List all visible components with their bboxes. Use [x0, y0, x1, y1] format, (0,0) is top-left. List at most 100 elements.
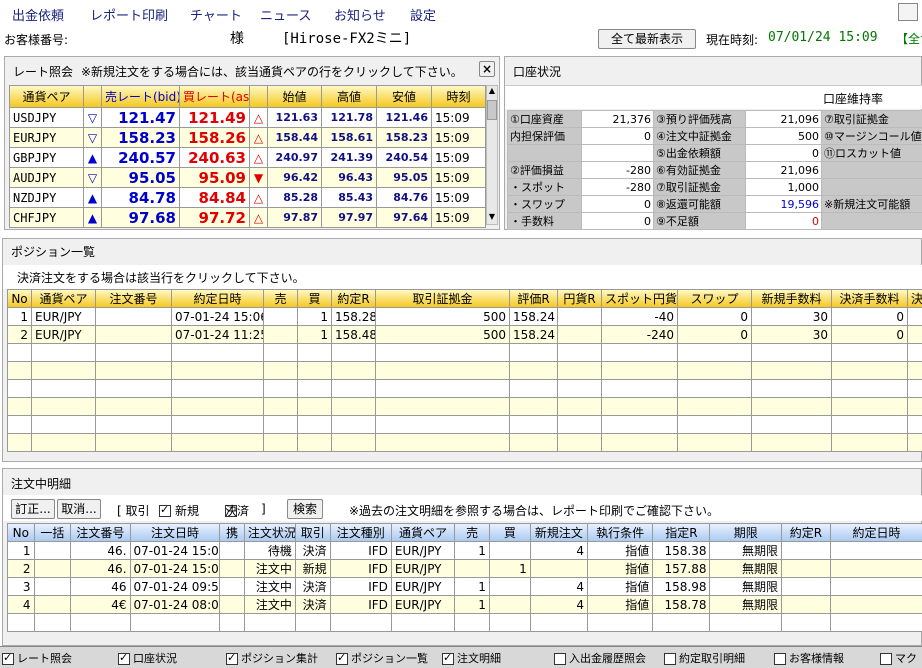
scroll-down-icon[interactable]: ▼	[487, 212, 497, 224]
order-row[interactable]: 4 4€ 07-01-24 08:00 注文中 決済 IFD EUR/JPY 1 4 指値 158.…	[7, 595, 922, 614]
bottom-toggle-checkbox[interactable]	[664, 653, 676, 665]
bottom-toggle-checkbox[interactable]	[226, 651, 238, 665]
rate-row[interactable]: AUDJPY ▽ 95.05 95.09 ▼ 96.42 96.43 95.05 15:09	[9, 167, 486, 188]
orders-header: 約定日時	[829, 523, 922, 542]
orders-header: 注文日時	[129, 523, 221, 542]
quote-time: 15:09	[431, 147, 486, 168]
position-cell	[677, 397, 752, 416]
quote-time: 15:09	[431, 207, 486, 228]
positions-header: No	[7, 289, 32, 308]
bottom-toggle[interactable]: レート照会	[2, 650, 72, 666]
order-empty-row	[7, 613, 922, 632]
position-cell: 2	[7, 325, 32, 344]
account-label	[821, 161, 922, 179]
currency-pair: USDJPY	[9, 107, 84, 128]
position-cell	[297, 397, 332, 416]
order-row[interactable]: 2 46. 07-01-24 15:09 注文中 新規 IFD EUR/JPY 1 指値 157.…	[7, 559, 922, 578]
menu-notice[interactable]: お知らせ	[334, 5, 386, 24]
account-label: ※新規注文可能額	[821, 195, 922, 213]
bottom-toggle-checkbox[interactable]	[336, 651, 348, 665]
low-price: 84.76	[376, 187, 432, 208]
menu-chart[interactable]: チャート	[190, 5, 242, 24]
menu-report-print[interactable]: レポート印刷	[90, 5, 168, 24]
positions-title: ポジション一覧	[11, 245, 96, 259]
order-cell: IFD	[329, 541, 392, 560]
order-cell: 4	[7, 595, 35, 614]
cancel-order-button[interactable]: 取消...	[57, 499, 101, 519]
account-label	[507, 144, 582, 162]
order-cell	[488, 577, 531, 596]
bid-rate: 84.78	[101, 187, 180, 208]
high-price: 158.61	[321, 127, 377, 148]
position-cell: EUR/JPY	[31, 325, 96, 344]
currency-pair: AUDJPY	[9, 167, 84, 188]
order-row[interactable]: 3 46 07-01-24 09:55 注文中 決済 IFD EUR/JPY 1 4 指値 158.…	[7, 577, 922, 596]
bid-rate: 240.57	[101, 147, 180, 168]
bid-rate: 121.47	[101, 107, 180, 128]
position-cell	[331, 397, 376, 416]
info-bar: お客様番号: 様 [Hirose-FX2ミニ] 全て最新表示 現在時刻: 07/…	[0, 26, 922, 52]
rate-row[interactable]: CHFJPY ▲ 97.68 97.72 △ 97.87 97.97 97.64 15:09	[9, 207, 486, 228]
rate-row[interactable]: USDJPY ▽ 121.47 121.49 △ 121.63 121.78 121.46 15…	[9, 107, 486, 128]
bottom-toggle-label: 注文明細	[457, 652, 501, 665]
high-price: 241.39	[321, 147, 377, 168]
position-cell: 500	[375, 325, 510, 344]
menu-news[interactable]: ニュース	[260, 5, 311, 24]
refresh-all-button[interactable]: 全て最新表示	[598, 29, 696, 49]
low-price: 97.64	[376, 207, 432, 228]
account-label: ⑤出金依頼額	[653, 144, 746, 162]
bottom-toggle-checkbox[interactable]	[774, 653, 786, 665]
order-row[interactable]: 1 46. 07-01-24 15:09 待機 決済 IFD EUR/JPY 1 4 指値 158.…	[7, 541, 922, 560]
bottom-toggle[interactable]: ポジション一覧	[336, 650, 428, 666]
position-empty-row	[7, 343, 922, 362]
order-cell: IFD	[329, 595, 392, 614]
bottom-toggle[interactable]: お客様情報	[774, 650, 844, 666]
position-cell	[171, 379, 264, 398]
bottom-toggle[interactable]: マク	[880, 650, 917, 666]
menu-withdraw[interactable]: 出金依頼	[12, 5, 64, 24]
order-cell	[780, 559, 831, 578]
rate-scrollbar[interactable]: ▲ ▼	[486, 85, 498, 225]
bottom-toggle[interactable]: 入出金履歴照会	[554, 650, 646, 666]
scroll-up-icon[interactable]: ▲	[487, 86, 497, 98]
bottom-toggle[interactable]: 約定取引明細	[664, 650, 745, 666]
account-value: 21,376	[581, 110, 654, 128]
window-button[interactable]	[898, 3, 918, 21]
position-cell: -40	[601, 307, 678, 326]
search-button[interactable]: 検索	[287, 499, 323, 519]
filter-new-checkbox[interactable]	[159, 503, 171, 517]
bottom-toggle-checkbox[interactable]	[118, 651, 130, 665]
correct-order-button[interactable]: 訂正...	[11, 499, 55, 519]
bottom-checkbox-bar: レート照会 口座状況 ポジション集計 ポジション一覧 注文明細 入出金履歴照会 約定取引明細…	[0, 646, 922, 668]
rate-row[interactable]: GBPJPY ▲ 240.57 240.63 △ 240.97 241.39 240.54 15…	[9, 147, 486, 168]
order-cell	[709, 613, 782, 632]
positions-header: 買	[297, 289, 332, 308]
bottom-toggle-checkbox[interactable]	[2, 651, 14, 665]
position-cell	[171, 397, 264, 416]
header-ask: 買レート(ask)	[179, 85, 250, 108]
bottom-toggle-checkbox[interactable]	[442, 651, 454, 665]
bottom-toggle[interactable]: 注文明細	[442, 650, 501, 666]
position-cell	[831, 343, 908, 362]
rate-panel-close-button[interactable]: ×	[479, 61, 495, 77]
order-cell	[219, 541, 245, 560]
orders-panel: 注文中明細 訂正... 取消... [ 取引 新規 決済 ] 検索 ※過去の注文…	[2, 468, 922, 646]
positions-note: 決済注文をする場合は該当行をクリックして下さい。	[17, 271, 305, 285]
order-cell	[33, 595, 72, 614]
order-cell: 158.38	[652, 541, 711, 560]
position-row[interactable]: 1 EUR/JPY 07-01-24 15:06 1 158.28 500 158.24 -4…	[7, 307, 922, 326]
rate-row[interactable]: EURJPY ▽ 158.23 158.26 △ 158.44 158.61 158.23 15…	[9, 127, 486, 148]
rate-row[interactable]: NZDJPY ▲ 84.78 84.84 △ 85.28 85.43 84.76 15:09	[9, 187, 486, 208]
position-cell	[751, 343, 832, 362]
bottom-toggle[interactable]: 口座状況	[118, 650, 177, 666]
menu-settings[interactable]: 設定	[410, 5, 436, 24]
orders-header: 注文状況	[243, 523, 296, 542]
bottom-toggle-checkbox[interactable]	[880, 653, 892, 665]
bottom-toggle-checkbox[interactable]	[554, 653, 566, 665]
bottom-toggle[interactable]: ポジション集計	[226, 650, 318, 666]
position-cell	[831, 415, 908, 434]
position-cell	[509, 343, 558, 362]
scroll-thumb[interactable]	[487, 100, 497, 120]
position-row[interactable]: 2 EUR/JPY 07-01-24 11:25 1 158.48 500 158.24 -2…	[7, 325, 922, 344]
orders-header: 約定R	[780, 523, 831, 542]
